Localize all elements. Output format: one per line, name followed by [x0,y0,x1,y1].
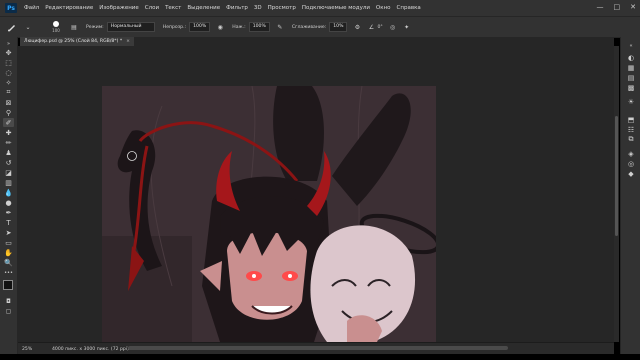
properties-icon[interactable]: ⧉ [626,135,636,144]
photoshop-logo[interactable]: Ps [5,3,17,13]
pressure-size-icon[interactable]: ◎ [389,23,397,31]
opacity-label: Непрозр.: [162,24,187,30]
artwork-canvas[interactable] [102,86,436,342]
crop-icon[interactable]: ⌗ [3,88,14,97]
vertical-scroll-thumb[interactable] [615,116,618,236]
channels-icon[interactable]: ◎ [626,159,636,168]
tool-preset-picker[interactable] [6,21,18,33]
zoom-icon[interactable]: 🔍 [3,258,14,267]
document-tab[interactable]: Люцифер.psd @ 25% (Слой 84, RGB/8*) * × [20,37,135,46]
gradients-icon[interactable]: ▤ [626,73,636,82]
pressure-opacity-icon[interactable]: ◉ [216,23,224,31]
close-button[interactable]: ✕ [630,3,636,11]
chevron-down-icon[interactable]: ⌄ [24,23,32,31]
menu-filter[interactable]: Фильтр [223,5,251,11]
color-icon[interactable]: ◐ [626,53,636,62]
frame-icon[interactable]: ⊠ [3,98,14,107]
menu-edit[interactable]: Редактирование [42,5,96,11]
blur-icon[interactable]: 💧 [3,188,14,197]
menu-layers[interactable]: Слои [142,5,162,11]
brush-preset-picker[interactable]: 100 [48,21,64,33]
minimize-button[interactable]: — [597,3,604,11]
menu-image[interactable]: Изображение [96,5,142,11]
menu-plugins[interactable]: Подключаемые модули [299,5,373,11]
document-tab-bar: Люцифер.psd @ 25% (Слой 84, RGB/8*) * × [20,37,614,46]
quick-mask-icon[interactable]: ◘ [3,297,14,306]
menu-type[interactable]: Текст [162,5,184,11]
path-select-icon[interactable]: ➤ [3,228,14,237]
brush-tool-icon[interactable]: ✐ [3,118,14,127]
menu-3d[interactable]: 3D [251,5,265,11]
screen-mode-icon[interactable]: ▢ [3,307,14,316]
eraser-icon[interactable]: ◪ [3,168,14,177]
menu-view[interactable]: Просмотр [265,5,299,11]
more-icon[interactable]: ••• [3,268,14,277]
move-icon[interactable]: ✥ [3,48,14,57]
type-icon[interactable]: T [3,218,14,227]
menu-select[interactable]: Выделение [184,5,223,11]
swatches-icon[interactable]: ▦ [626,63,636,72]
healing-icon[interactable]: ✚ [3,128,14,137]
mode-dropdown[interactable]: Нормальный [106,22,155,32]
opacity-field[interactable]: 100% [189,22,211,32]
dodge-icon[interactable]: ● [3,198,14,207]
gear-icon[interactable]: ⚙ [353,23,361,31]
brush-tip-icon [53,21,59,27]
foreground-color-swatch[interactable] [3,280,13,290]
pressure-label: Наж.: [232,24,246,30]
pencil-icon[interactable]: ✏ [3,138,14,147]
rectangle-icon[interactable]: ▭ [3,238,14,247]
angle-value[interactable]: 0° [377,25,382,30]
libraries-icon[interactable]: ☷ [626,125,636,134]
quick-select-icon[interactable]: ✧ [3,78,14,87]
angle-icon: ∠ [368,23,375,31]
menu-window[interactable]: Окно [373,5,394,11]
tools-panel: » ✥ ⬚ ◌ ✧ ⌗ ⊠ ⚲ ✐ ✚ ✏ ♟ ↺ ◪ ▥ 💧 ● ✒ T ➤ … [0,37,18,360]
airbrush-icon[interactable]: ✎ [276,23,284,31]
gradient-icon[interactable]: ▥ [3,178,14,187]
lasso-icon[interactable]: ◌ [3,68,14,77]
brush-size-value: 100 [52,28,60,33]
smoothing-field[interactable]: 10% [329,22,348,32]
document-info: 4000 пикс. x 3000 пикс. (72 ppi) [52,346,129,352]
layers-icon[interactable]: ◆ [626,169,636,178]
brush-icon [8,25,15,32]
artwork-illustration [102,86,436,342]
learn-icon[interactable]: ⬒ [626,115,636,124]
clone-stamp-icon[interactable]: ♟ [3,148,14,157]
menu-help[interactable]: Справка [394,5,424,11]
bottom-border [0,354,640,360]
document-title: Люцифер.psd @ 25% (Слой 84, RGB/8*) * [24,39,123,44]
panel-dock: « ◐ ▦ ▤ ▩ ☀ ⬒ ☷ ⧉ ◈ ◎ ◆ [620,37,640,360]
toolbar-collapse-icon[interactable]: » [3,39,14,48]
mode-label: Режим: [86,24,104,30]
canvas-area[interactable] [18,46,614,342]
brush-settings-icon[interactable]: ▤ [70,23,78,31]
eyedropper-icon[interactable]: ⚲ [3,108,14,117]
pressure-field[interactable]: 100% [248,22,270,32]
window-controls: — □ ✕ [597,3,637,11]
symmetry-icon[interactable]: ✦ [403,23,411,31]
zoom-level[interactable]: 25% [18,347,44,352]
collapse-icon[interactable]: « [626,41,636,50]
pen-icon[interactable]: ✒ [3,208,14,217]
options-bar: ⌄ 100 ▤ Режим: Нормальный Непрозр.: 100%… [0,16,640,38]
smoothing-label: Сглаживание: [291,24,327,30]
marquee-icon[interactable]: ⬚ [3,58,14,67]
horizontal-scrollbar[interactable] [128,346,508,350]
adjustments-icon[interactable]: ☀ [626,97,636,106]
patterns-icon[interactable]: ▩ [626,83,636,92]
maximize-button[interactable]: □ [614,3,621,11]
paths-icon[interactable]: ◈ [626,149,636,158]
menu-bar: Ps Файл Редактирование Изображение Слои … [0,0,640,16]
brush-cursor-icon [127,151,137,161]
menu-file[interactable]: Файл [21,5,42,11]
close-tab-icon[interactable]: × [126,39,130,44]
history-brush-icon[interactable]: ↺ [3,158,14,167]
hand-icon[interactable]: ✋ [3,248,14,257]
vertical-scrollbar[interactable] [614,46,619,342]
